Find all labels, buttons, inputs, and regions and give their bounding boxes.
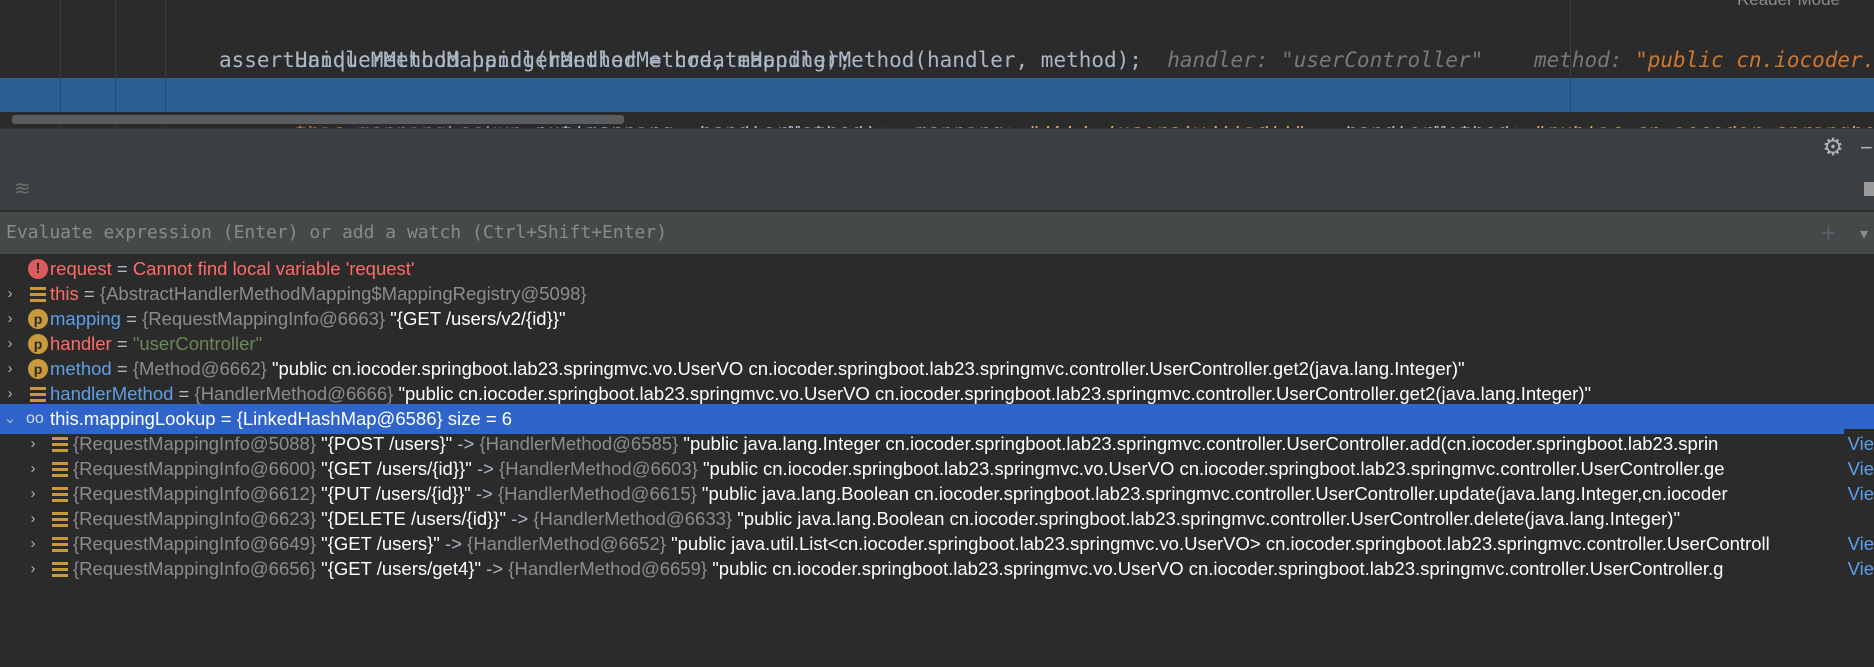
- entry-key-string: "{PUT /users/{id}}": [316, 483, 471, 504]
- entry-arrow: ->: [471, 458, 500, 479]
- entry-value-string: "public cn.iocoder.springboot.lab23.spri…: [707, 558, 1724, 579]
- string-value: "userController": [132, 333, 263, 354]
- field-icon: [28, 384, 48, 404]
- string-value: "{GET /users/v2/{id}}": [385, 308, 566, 329]
- evaluate-expression-input[interactable]: [6, 212, 1806, 254]
- entry-icon: [50, 459, 70, 479]
- entry-key-string: "{GET /users}": [316, 533, 440, 554]
- entry-key-ref: {RequestMappingInfo@6649}: [73, 533, 317, 554]
- collection-size: size = 6: [442, 408, 513, 429]
- chevron-down-icon[interactable]: ▾: [1860, 224, 1868, 244]
- object-ref: {AbstractHandlerMethodMapping$MappingReg…: [99, 283, 587, 304]
- entry-key-ref: {RequestMappingInfo@6600}: [73, 458, 317, 479]
- entry-value-ref: {HandlerMethod@6615}: [498, 483, 697, 504]
- entry-icon: [50, 434, 70, 454]
- entry-key-string: "{DELETE /users/{id}}": [316, 508, 507, 529]
- variable-equals: =: [111, 258, 133, 279]
- entry-value-ref: {HandlerMethod@6585}: [479, 433, 679, 454]
- variable-name: this: [50, 283, 79, 304]
- string-value: "public cn.iocoder.springboot.lab23.spri…: [266, 358, 1465, 379]
- entry-key-ref: {RequestMappingInfo@6623}: [73, 508, 317, 529]
- object-ref: {RequestMappingInfo@6663}: [142, 308, 386, 329]
- object-ref: {HandlerMethod@6666}: [194, 383, 394, 404]
- gear-icon[interactable]: ⚙: [1820, 135, 1846, 161]
- debug-toolbar: ≋: [0, 168, 1874, 210]
- variable-equals: =: [78, 283, 100, 304]
- entry-arrow: ->: [506, 508, 534, 529]
- object-ref: {LinkedHashMap@6586}: [236, 408, 443, 429]
- watch-glasses-icon: oo: [26, 410, 44, 427]
- object-ref: {Method@6662}: [132, 358, 267, 379]
- variables-tree: ! request = Cannot find local variable '…: [0, 254, 1874, 667]
- code-editor[interactable]: Reader Mode HandlerMethod handlerMethod …: [0, 0, 1874, 128]
- entry-key-ref: {RequestMappingInfo@6656}: [73, 558, 317, 579]
- parameter-icon: p: [28, 359, 48, 379]
- variable-equals: =: [111, 358, 133, 379]
- current-execution-line[interactable]: this.mappingLookup.put(mapping, handlerM…: [0, 78, 1874, 128]
- variable-name: request: [50, 258, 112, 279]
- variable-error: Cannot find local variable 'request': [132, 258, 415, 279]
- view-link[interactable]: Vie: [1843, 554, 1874, 584]
- variable-name: handler: [50, 333, 112, 354]
- entry-key-string: "{GET /users/{id}}": [316, 458, 472, 479]
- add-watch-icon[interactable]: +: [1821, 220, 1836, 246]
- chevron-right-icon[interactable]: ›: [26, 554, 40, 584]
- field-icon: [28, 284, 48, 304]
- entry-value-ref: {HandlerMethod@6603}: [499, 458, 698, 479]
- entry-value-string: "public java.lang.Integer cn.iocoder.spr…: [678, 433, 1719, 454]
- entry-key-ref: {RequestMappingInfo@6612}: [73, 483, 317, 504]
- code-line[interactable]: HandlerMethod handlerMethod = createHand…: [0, 6, 1874, 72]
- scrollbar-thumb[interactable]: [12, 115, 624, 124]
- entry-arrow: ->: [452, 433, 480, 454]
- string-value: "public cn.iocoder.springboot.lab23.spri…: [393, 383, 1592, 404]
- entry-icon: [50, 534, 70, 554]
- variable-name: mapping: [50, 308, 121, 329]
- minus-icon[interactable]: −: [1860, 135, 1874, 161]
- variable-name: this.mappingLookup: [50, 408, 216, 429]
- parameter-icon: p: [28, 309, 48, 329]
- variable-equals: =: [120, 308, 143, 329]
- evaluate-expression-bar: + ▾: [0, 211, 1874, 255]
- variable-name: handlerMethod: [50, 383, 174, 404]
- entry-value-ref: {HandlerMethod@6633}: [533, 508, 733, 529]
- entry-value-ref: {HandlerMethod@6652}: [467, 533, 666, 554]
- entry-icon: [50, 484, 70, 504]
- variable-equals: =: [173, 383, 195, 404]
- code-text: assertUniqueMethodMapping(handlerMethod,…: [219, 48, 852, 72]
- entry-value-ref: {HandlerMethod@6659}: [508, 558, 708, 579]
- variable-name: method: [50, 358, 112, 379]
- entry-value-string: "public java.lang.Boolean cn.iocoder.spr…: [696, 483, 1728, 504]
- entry-key-string: "{GET /users/get4}": [316, 558, 482, 579]
- entry-icon: [50, 559, 70, 579]
- entry-value-string: "public cn.iocoder.springboot.lab23.spri…: [697, 458, 1725, 479]
- entry-value-string: "public java.lang.Boolean cn.iocoder.spr…: [732, 508, 1681, 529]
- layout-settings-icon[interactable]: ≋: [14, 178, 38, 200]
- entry-value-string: "public java.util.List<cn.iocoder.spring…: [665, 533, 1770, 554]
- map-entry-row[interactable]: › {RequestMappingInfo@6656} "{GET /users…: [0, 554, 1874, 584]
- parameter-icon: p: [28, 334, 48, 354]
- variable-equals: =: [215, 408, 237, 429]
- entry-arrow: ->: [481, 558, 509, 579]
- code-line[interactable]: assertUniqueMethodMapping(handlerMethod,…: [0, 42, 1874, 78]
- restore-layout-icon[interactable]: [1864, 182, 1874, 196]
- entry-arrow: ->: [439, 533, 468, 554]
- entry-arrow: ->: [470, 483, 498, 504]
- entry-key-ref: {RequestMappingInfo@5088}: [73, 433, 317, 454]
- entry-icon: [50, 509, 70, 529]
- debug-panel-header: ⚙ −: [0, 128, 1874, 169]
- entry-key-string: "{POST /users}": [316, 433, 453, 454]
- error-icon: !: [28, 259, 48, 279]
- variable-equals: =: [111, 333, 133, 354]
